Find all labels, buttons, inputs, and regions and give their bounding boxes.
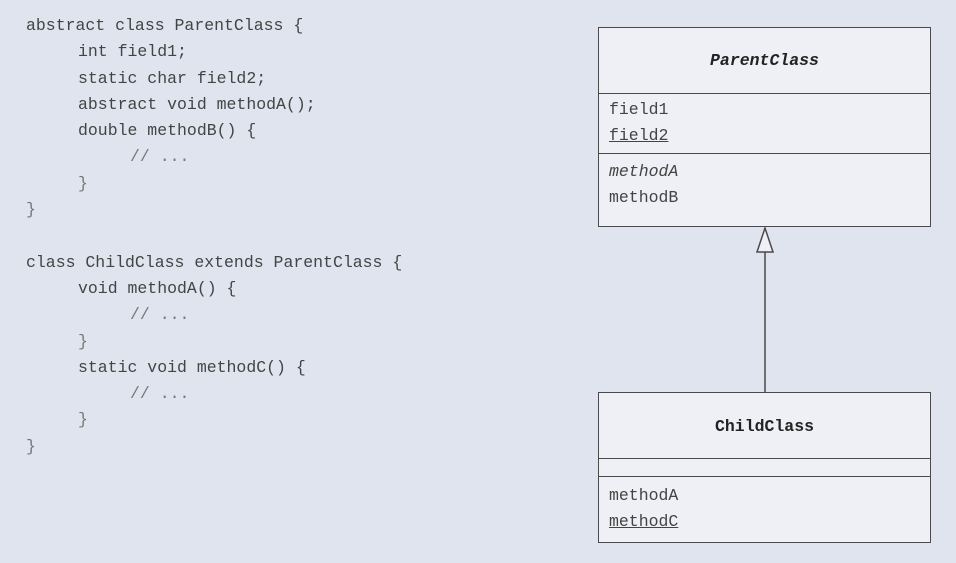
uml-class-name: ParentClass bbox=[710, 51, 819, 70]
uml-attribute: field1 bbox=[609, 100, 669, 119]
inheritance-arrowhead-icon bbox=[755, 225, 775, 253]
uml-attributes bbox=[599, 458, 930, 476]
uml-attribute-static: field2 bbox=[609, 126, 669, 145]
uml-operation-abstract: methodA bbox=[609, 162, 679, 181]
uml-attributes: field1 field2 bbox=[599, 93, 930, 153]
uml-operation: methodA bbox=[609, 486, 679, 505]
uml-class-child: ChildClass methodA methodC bbox=[598, 392, 931, 543]
uml-operation-static: methodC bbox=[609, 512, 679, 531]
uml-class-parent: ParentClass field1 field2 methodA method… bbox=[598, 27, 931, 227]
uml-class-name: ChildClass bbox=[714, 417, 815, 436]
uml-operations: methodA methodB bbox=[599, 153, 930, 216]
uml-operation: methodB bbox=[609, 188, 679, 207]
uml-operations: methodA methodC bbox=[599, 476, 930, 540]
